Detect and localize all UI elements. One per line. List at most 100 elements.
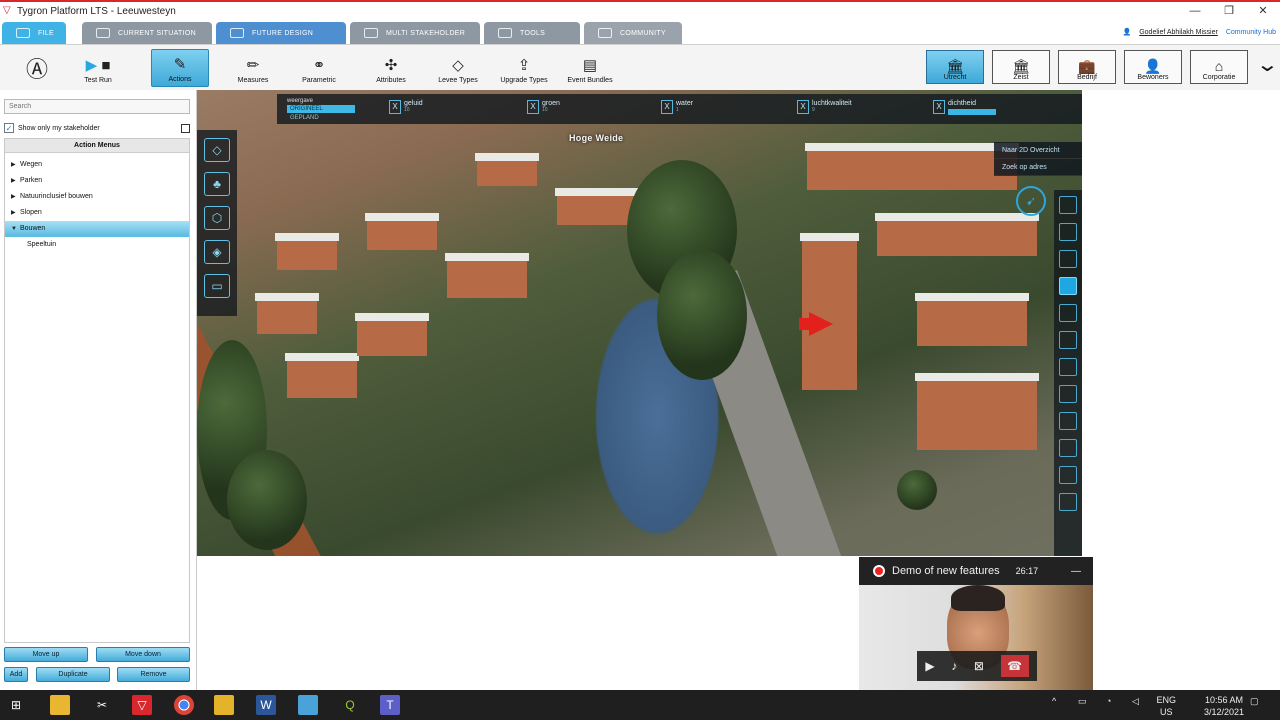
zoom-out-icon[interactable] xyxy=(1059,223,1077,241)
qgis-icon[interactable]: Q xyxy=(340,695,360,715)
mail-icon[interactable] xyxy=(1059,385,1077,403)
layer-icon[interactable] xyxy=(1059,331,1077,349)
upgrade-types-button[interactable]: ⇪ Upgrade Types xyxy=(496,49,552,87)
minimize-button[interactable]: — xyxy=(1178,2,1212,20)
sticky-notes-icon[interactable] xyxy=(214,695,234,715)
right-tool-strip xyxy=(1054,190,1082,556)
zoom-in-icon[interactable] xyxy=(1059,196,1077,214)
list-icon[interactable] xyxy=(1059,493,1077,511)
overlay-groen[interactable]: Xgroen 10 xyxy=(527,100,560,114)
call-controls: ▶ ♪ ⊠ ☎ xyxy=(917,651,1037,681)
close-button[interactable]: ✕ xyxy=(1246,2,1280,20)
tygron-taskbar-icon[interactable]: ▽ xyxy=(132,695,152,715)
event-bundles-button[interactable]: ▤ Event Bundles xyxy=(562,49,618,87)
maximize-button[interactable]: ❐ xyxy=(1212,2,1246,20)
notification-icon[interactable]: ▢ xyxy=(1250,696,1259,707)
snipping-tool-icon[interactable]: ✂ xyxy=(92,695,112,715)
menu-item-wegen[interactable]: ▶ Wegen xyxy=(5,157,189,173)
chart-icon[interactable] xyxy=(1059,439,1077,457)
add-button[interactable]: Add xyxy=(4,667,28,682)
duplicate-button[interactable]: Duplicate xyxy=(36,667,110,682)
language-indicator[interactable]: ENG US xyxy=(1156,694,1176,718)
place-name-label: Hoge Weide xyxy=(569,133,624,143)
stakeholder-corporatie[interactable]: ⌂ Corporatie xyxy=(1190,50,1248,84)
building-tool-icon[interactable]: ⬡ xyxy=(204,206,230,230)
minimize-icon[interactable]: — xyxy=(1071,566,1081,577)
menu-subitem-speeltuin[interactable]: Speeltuin xyxy=(5,237,189,253)
stakeholder-bewoners[interactable]: 👤 Bewoners xyxy=(1124,50,1182,84)
battery-icon[interactable]: ▭ xyxy=(1078,696,1087,707)
remove-button[interactable]: Remove xyxy=(117,667,190,682)
tab-community[interactable]: COMMUNITY xyxy=(584,22,682,44)
tab-file[interactable]: FILE xyxy=(2,22,66,44)
compass-icon[interactable]: ➹ xyxy=(1016,186,1046,216)
wifi-icon[interactable]: ◔ xyxy=(1106,696,1111,706)
share-screen-icon[interactable]: ⊠ xyxy=(974,659,984,673)
user-icon: 👤 xyxy=(1122,29,1132,36)
3d-map-view[interactable]: Hoge Weide weergave ORIGINEEL GEPLAND Xg… xyxy=(197,90,1082,556)
overlay-dichtheid[interactable]: Xdichtheid xyxy=(933,100,996,115)
move-up-button[interactable]: Move up xyxy=(4,647,88,662)
panel-icon[interactable] xyxy=(1059,466,1077,484)
measures-button[interactable]: ✏ Measures xyxy=(230,49,276,87)
notepad-icon[interactable] xyxy=(298,695,318,715)
file-explorer-icon[interactable] xyxy=(50,695,70,715)
windows-start-icon[interactable]: ⊞ xyxy=(6,695,26,715)
menu-item-slopen[interactable]: ▶ Slopen xyxy=(5,205,189,221)
house xyxy=(365,213,439,250)
stakeholder-utrecht[interactable]: 🏛 Utrecht xyxy=(926,50,984,84)
parametric-button[interactable]: ⚭ Parametric xyxy=(294,49,344,87)
chat-icon[interactable] xyxy=(1059,358,1077,376)
tab-current-situation[interactable]: CURRENT SITUATION xyxy=(82,22,212,44)
house xyxy=(915,373,1039,450)
house xyxy=(275,233,339,270)
terrain-icon[interactable]: ◈ xyxy=(204,240,230,264)
grid-icon[interactable] xyxy=(1059,304,1077,322)
video-call-window[interactable]: Demo of new features 26:17 — ▶ ♪ ⊠ ☎ xyxy=(859,557,1093,690)
overlay-geluid[interactable]: Xgeluid 10 xyxy=(389,100,423,114)
teams-icon[interactable]: T xyxy=(380,695,400,715)
community-hub-link[interactable]: Community Hub xyxy=(1226,29,1276,36)
hang-up-icon[interactable]: ☎ xyxy=(1000,655,1029,677)
microphone-icon[interactable]: ♪ xyxy=(951,659,957,673)
layers-icon[interactable]: ◇ xyxy=(204,138,230,162)
actions-button[interactable]: ✎ Actions xyxy=(151,49,209,87)
tab-multi-stakeholder[interactable]: MULTI STAKEHOLDER xyxy=(350,22,480,44)
show-only-checkbox[interactable]: ✓ xyxy=(4,123,14,133)
mail-icon[interactable] xyxy=(1059,412,1077,430)
word-icon[interactable]: W xyxy=(256,695,276,715)
stakeholder-zeist[interactable]: 🏛 Zeist xyxy=(992,50,1050,84)
menu-item-natuurinclusief-bouwen[interactable]: ▶ Natuurinclusief bouwen xyxy=(5,189,189,205)
levee-types-button[interactable]: ◇ Levee Types xyxy=(432,49,484,87)
house xyxy=(355,313,429,356)
tray-chevron-icon[interactable]: ^ xyxy=(1052,696,1056,706)
menu-item-parken[interactable]: ▶ Parken xyxy=(5,173,189,189)
menu-item-bouwen[interactable]: ▼ Bouwen xyxy=(5,221,189,237)
stakeholder-bedrijf[interactable]: 💼 Bedrijf xyxy=(1058,50,1116,84)
volume-icon[interactable]: ◁ xyxy=(1132,696,1139,707)
tygron-logo-button[interactable]: Ⓐ xyxy=(20,49,54,87)
camera-icon[interactable]: ▶ xyxy=(925,659,934,673)
overlay-water[interactable]: Xwater 1 xyxy=(661,100,693,114)
weergave-origineel[interactable]: ORIGINEEL xyxy=(287,105,355,113)
system-clock[interactable]: 10:56 AM 3/12/2021 xyxy=(1204,694,1244,718)
search-input[interactable] xyxy=(4,99,190,114)
tab-tools[interactable]: TOOLS xyxy=(484,22,580,44)
tygron-logo-icon: Ⓐ xyxy=(25,57,48,82)
attributes-button[interactable]: ✣ Attributes xyxy=(368,49,414,87)
tab-future-design[interactable]: FUTURE DESIGN xyxy=(216,22,346,44)
chrome-icon[interactable] xyxy=(174,695,194,715)
weergave-gepland[interactable]: GEPLAND xyxy=(287,114,355,122)
2d-overview-button[interactable]: Naar 2D Overzicht xyxy=(994,142,1082,159)
popout-icon[interactable] xyxy=(181,123,190,133)
edit-icon[interactable] xyxy=(1059,250,1077,268)
user-name[interactable]: Godelief Abhilakh Missier xyxy=(1139,29,1218,36)
move-down-button[interactable]: Move down xyxy=(96,647,190,662)
overlay-luchtkwaliteit[interactable]: Xluchtkwaliteit 9 xyxy=(797,100,852,114)
tree-icon[interactable]: ♣ xyxy=(204,172,230,196)
home-icon[interactable] xyxy=(1059,277,1077,295)
address-search[interactable]: Zoek op adres xyxy=(994,159,1082,176)
area-icon[interactable]: ▭ xyxy=(204,274,230,298)
test-run-button[interactable]: ▶ ■ Test Run xyxy=(74,49,122,87)
chevron-down-icon[interactable]: ⌄ xyxy=(1256,55,1279,75)
